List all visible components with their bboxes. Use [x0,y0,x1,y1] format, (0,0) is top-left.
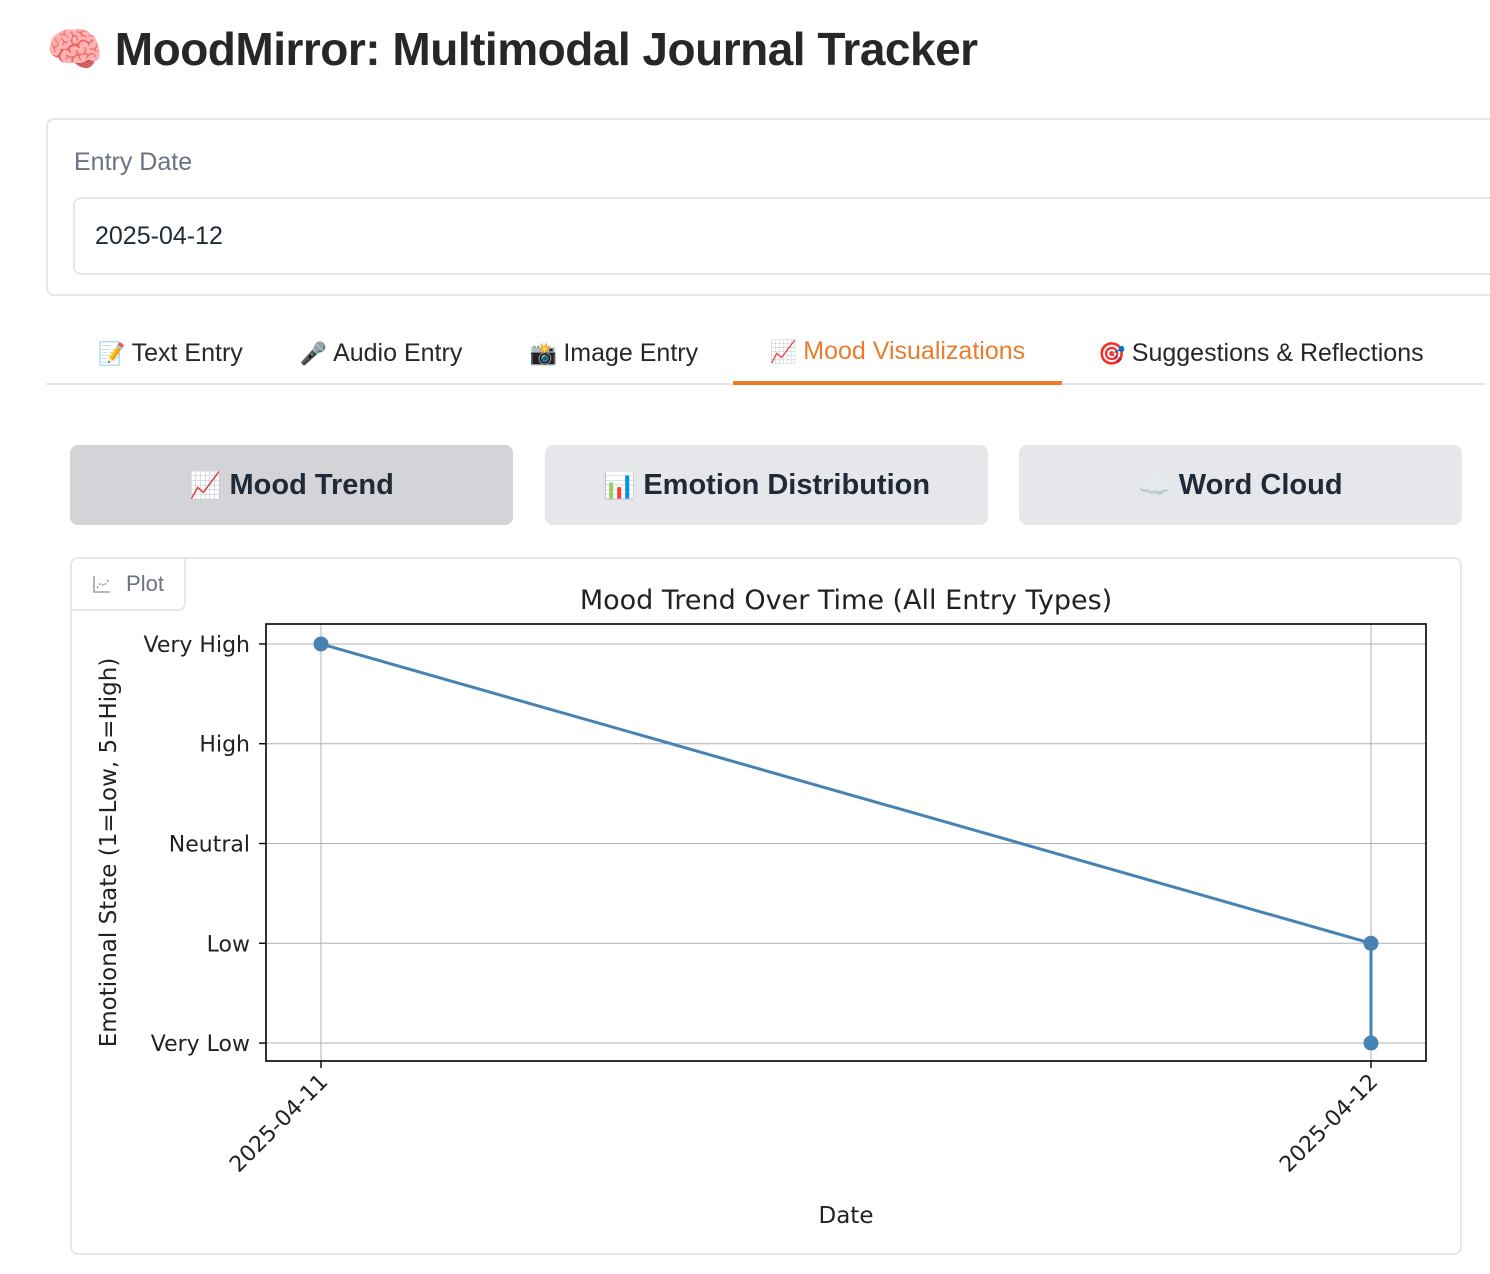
tab-bar: 📝 Text Entry 🎤 Audio Entry 📸 Image Entry 📈 M… [46,322,1486,385]
chart-increasing-icon: 📈 [769,338,798,364]
plot-panel: Very Low Low Neutral High Very High 2025-04-1… [70,557,1462,1255]
emotion-distribution-button[interactable]: 📊 Emotion Distribution [545,445,988,525]
brain-icon: 🧠 [46,23,103,75]
button-label: Emotion Distribution [643,468,931,501]
tab-audio-entry[interactable]: 🎤 Audio Entry [289,322,473,385]
tab-label: Text Entry [131,339,243,367]
x-tick-label: 2025-04-11 [225,1070,333,1178]
entry-date-block: Entry Date [46,118,1490,296]
word-cloud-button[interactable]: ☁️ Word Cloud [1019,445,1462,525]
app-title: 🧠 MoodMirror: Multimodal Journal Tracker [46,22,978,77]
camera-flash-icon: 📸 [529,340,558,366]
plot-frame [265,623,1427,1062]
plot-icon [93,576,111,593]
mood-trend-chart: Very Low Low Neutral High Very High 2025-04-1… [96,585,1427,1229]
x-tick-label: 2025-04-12 [1275,1070,1383,1178]
tab-mood-visualizations[interactable]: 📈 Mood Visualizations [733,322,1062,385]
y-axis-label: Emotional State (1=Low, 5=High) [96,658,122,1048]
y-tick-label: Neutral [169,832,250,857]
button-label: Mood Trend [229,468,394,501]
y-tick-label: Very Low [151,1032,250,1057]
target-icon: 🎯 [1098,340,1126,366]
y-tick-label: Very High [144,633,251,658]
y-tick-label: High [199,733,250,758]
entry-date-input[interactable] [73,197,1490,275]
tab-label: Audio Entry [333,339,463,367]
chart-title: Mood Trend Over Time (All Entry Types) [580,585,1112,616]
y-tick-label: Low [207,932,250,957]
chart-increasing-icon: 📈 [189,469,222,500]
data-point [313,636,329,652]
mood-trend-button[interactable]: 📈 Mood Trend [70,445,513,525]
tab-image-entry[interactable]: 📸 Image Entry [524,322,704,385]
cloud-icon: ☁️ [1138,469,1171,500]
bar-chart-icon: 📊 [602,469,636,500]
data-point [1363,1035,1379,1051]
plot-label-badge: Plot [72,559,186,611]
tab-label: Mood Visualizations [803,337,1026,365]
button-label: Word Cloud [1178,468,1343,501]
plot-label-text: Plot [126,571,164,596]
memo-icon: 📝 [98,340,126,366]
data-point [1363,935,1379,951]
tab-suggestions-reflections[interactable]: 🎯 Suggestions & Reflections [1092,322,1430,385]
entry-date-label: Entry Date [74,148,193,176]
x-axis-label: Date [819,1203,874,1229]
tab-text-entry[interactable]: 📝 Text Entry [79,322,262,385]
microphone-icon: 🎤 [299,340,328,366]
tab-label: Image Entry [563,339,699,367]
app-title-text: MoodMirror: Multimodal Journal Tracker [114,23,978,75]
tab-label: Suggestions & Reflections [1131,339,1424,367]
